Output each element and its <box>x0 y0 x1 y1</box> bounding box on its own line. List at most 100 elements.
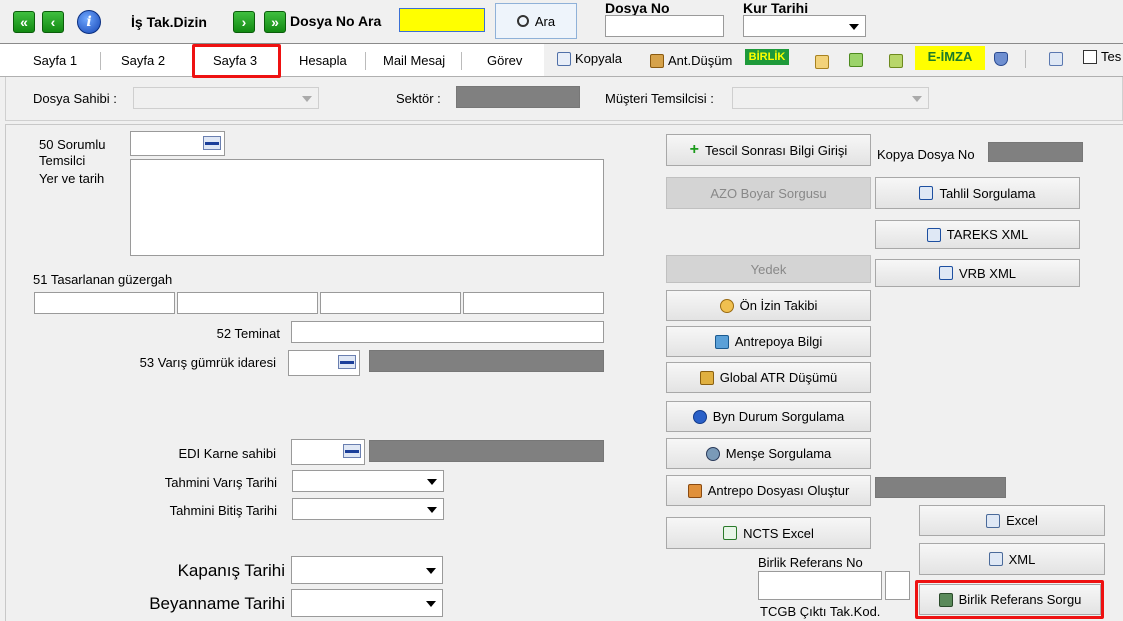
guzergah-field-4[interactable] <box>463 292 604 314</box>
tab-sayfa-1[interactable]: Sayfa 1 <box>33 45 77 76</box>
ara-button[interactable]: Ara <box>495 3 577 39</box>
calendar-icon[interactable] <box>343 444 361 458</box>
kapanis-tarihi-select[interactable] <box>291 556 443 584</box>
xml-button[interactable]: XML <box>919 543 1105 575</box>
kopya-dosya-no-label: Kopya Dosya No <box>877 147 975 162</box>
kur-tarihi-select[interactable] <box>743 15 866 37</box>
tab-sayfa-2[interactable]: Sayfa 2 <box>121 45 165 76</box>
excel-button[interactable]: Excel <box>919 505 1105 536</box>
ncts-excel-label: NCTS Excel <box>743 525 814 541</box>
xml-label: XML <box>1008 551 1036 567</box>
dosya-sahibi-select[interactable] <box>133 87 319 109</box>
upload-icon[interactable] <box>849 53 863 67</box>
calendar-icon[interactable] <box>203 136 221 150</box>
previous-record-button[interactable]: ‹ <box>42 11 64 33</box>
varis-gumruk-picker[interactable] <box>288 350 360 376</box>
guzergah-field-2[interactable] <box>177 292 318 314</box>
yer-tarih-textarea[interactable] <box>130 159 604 256</box>
sektor-label: Sektör : <box>396 91 441 106</box>
temsilci-label: Temsilci <box>39 153 86 168</box>
double-chevron-left-icon: « <box>20 14 28 30</box>
teminat-label: 52 Teminat <box>216 326 280 341</box>
chevron-down-icon <box>849 24 859 30</box>
antrepo-dosyasi-field <box>875 477 1006 498</box>
byn-durum-label: Byn Durum Sorgulama <box>712 409 845 424</box>
ant-dusum-label: Ant.Düşüm <box>668 53 733 68</box>
box-icon <box>650 53 664 68</box>
test-checkbox[interactable] <box>1083 50 1097 64</box>
e-imza-button[interactable]: E-İMZA <box>915 46 985 70</box>
edi-karne-name <box>369 440 604 462</box>
edi-karne-picker[interactable] <box>291 439 365 465</box>
search-document-icon[interactable] <box>1049 52 1063 66</box>
sorumlu-temsilci-picker[interactable] <box>130 131 225 156</box>
dosya-no-ara-label: Dosya No Ara <box>290 13 382 29</box>
guzergah-field-1[interactable] <box>34 292 175 314</box>
azo-boyar-label: AZO Boyar Sorgusu <box>710 185 827 201</box>
byn-durum-button[interactable]: Byn Durum Sorgulama <box>666 401 871 432</box>
antrepoya-bilgi-button[interactable]: Antrepoya Bilgi <box>666 326 871 357</box>
dosya-no-label: Dosya No <box>605 0 670 16</box>
tahlil-sorgulama-button[interactable]: Tahlil Sorgulama <box>875 177 1080 209</box>
antrepo-dosyasi-button[interactable]: Antrepo Dosyası Oluştur <box>666 475 871 506</box>
global-atr-button[interactable]: Global ATR Düşümü <box>666 362 871 393</box>
tescil-sonrasi-button[interactable]: + Tescil Sonrası Bilgi Girişi <box>666 134 871 166</box>
first-record-button[interactable]: « <box>13 11 35 33</box>
export-icon <box>988 552 1003 566</box>
vrb-xml-label: VRB XML <box>958 265 1017 281</box>
vrb-xml-button[interactable]: VRB XML <box>875 259 1080 287</box>
calendar-icon[interactable] <box>338 355 356 369</box>
mense-sorgulama-button[interactable]: Menşe Sorgulama <box>666 438 871 469</box>
folder-arrow-icon[interactable] <box>889 54 903 68</box>
info-button[interactable]: i <box>77 10 101 34</box>
tcgb-cikti-label: TCGB Çıktı Tak.Kod. <box>760 604 881 619</box>
last-record-button[interactable]: » <box>264 11 286 33</box>
table-icon <box>919 186 934 200</box>
tahmini-bitis-label: Tahmini Bitiş Tarihi <box>169 503 277 518</box>
help-icon <box>692 409 707 424</box>
tahmini-bitis-select[interactable] <box>292 498 444 520</box>
ncts-excel-button[interactable]: NCTS Excel <box>666 517 871 549</box>
azo-boyar-button: AZO Boyar Sorgusu <box>666 177 871 209</box>
tab-gorev[interactable]: Görev <box>487 45 522 76</box>
kopyala-button[interactable]: Kopyala <box>557 51 622 66</box>
tahlil-sorgulama-label: Tahlil Sorgulama <box>939 185 1036 201</box>
tareks-xml-button[interactable]: TAREKS XML <box>875 220 1080 249</box>
kopyala-label: Kopyala <box>575 51 622 66</box>
folder-open-icon[interactable] <box>815 55 829 69</box>
is-tak-dizin-link[interactable]: İş Tak.Dizin <box>131 14 207 30</box>
box-plus-icon <box>687 483 702 498</box>
next-record-button[interactable]: › <box>233 11 255 33</box>
teminat-input[interactable] <box>291 321 604 343</box>
excel-label: Excel <box>1006 513 1038 528</box>
chevron-down-icon <box>426 568 436 574</box>
beyanname-tarihi-select[interactable] <box>291 589 443 617</box>
varis-gumruk-name <box>369 350 604 372</box>
excel-icon <box>723 526 738 540</box>
export-icon <box>986 513 1001 528</box>
on-izin-takibi-button[interactable]: Ön İzin Takibi <box>666 290 871 321</box>
warehouse-icon <box>714 334 729 349</box>
tab-hesapla[interactable]: Hesapla <box>299 45 347 76</box>
plus-icon: + <box>689 141 699 158</box>
dosya-no-ara-input[interactable] <box>399 8 485 32</box>
dosya-no-input[interactable] <box>605 15 724 37</box>
dosya-sahibi-label: Dosya Sahibi : <box>33 91 117 106</box>
sorumlu-label: 50 Sorumlu <box>39 137 106 152</box>
tahmini-varis-label: Tahmini Varış Tarihi <box>164 475 277 490</box>
musteri-temsilcisi-select[interactable] <box>732 87 929 109</box>
double-chevron-right-icon: » <box>271 14 279 30</box>
birlik-referans-code-input[interactable] <box>885 571 910 600</box>
tab-mail-mesaj[interactable]: Mail Mesaj <box>383 45 445 76</box>
birlik-referans-no-input[interactable] <box>758 571 882 600</box>
tahmini-varis-select[interactable] <box>292 470 444 492</box>
shield-icon[interactable] <box>994 52 1008 66</box>
chevron-down-icon <box>426 601 436 607</box>
chevron-down-icon <box>427 507 437 513</box>
yedek-button: Yedek <box>666 255 871 283</box>
yer-tarih-label: Yer ve tarih <box>39 171 105 186</box>
tasarlanan-guzergah-label: 51 Tasarlanan güzergah <box>33 272 173 287</box>
guzergah-field-3[interactable] <box>320 292 461 314</box>
ant-dusum-button[interactable]: Ant.Düşüm <box>650 53 732 68</box>
birlik-badge[interactable]: BİRLİK <box>745 49 789 65</box>
